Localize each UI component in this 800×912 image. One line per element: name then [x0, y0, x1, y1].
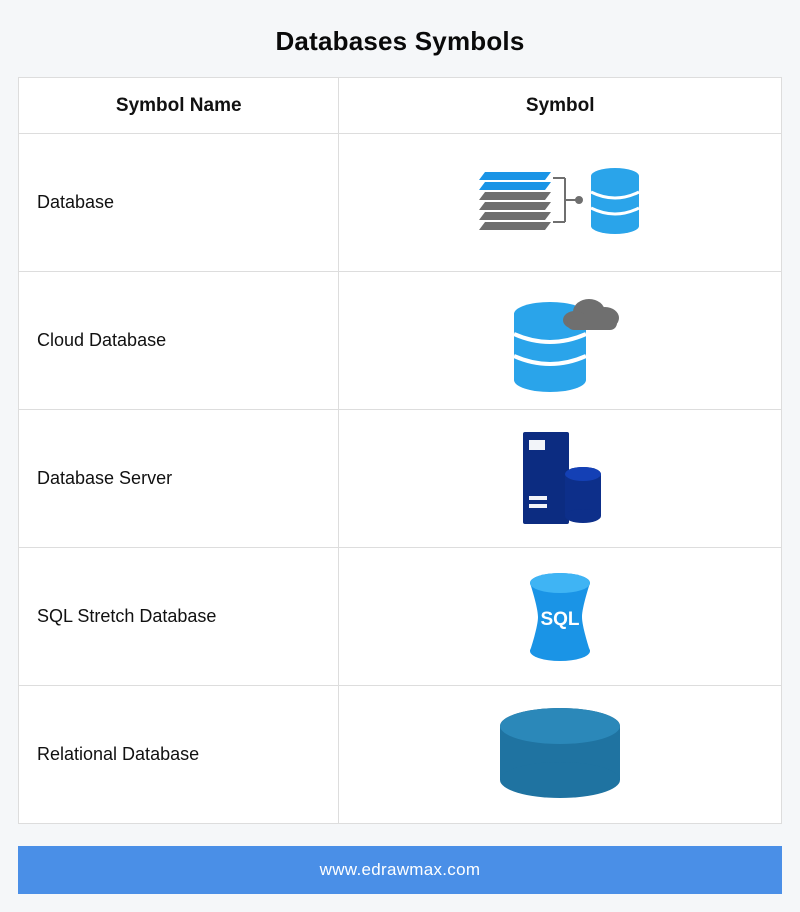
- symbols-table: Symbol Name Symbol Database: [18, 77, 782, 824]
- sql-label: SQL: [541, 609, 580, 630]
- header-symbol: Symbol: [339, 78, 782, 134]
- row-name: Database Server: [19, 410, 339, 548]
- row-symbol: [339, 686, 782, 824]
- table-row: Relational Database: [19, 686, 782, 824]
- table-row: SQL Stretch Database SQL: [19, 548, 782, 686]
- table-row: Cloud Database: [19, 272, 782, 410]
- table-row: Database: [19, 134, 782, 272]
- header-name: Symbol Name: [19, 78, 339, 134]
- cloud-database-icon: [495, 286, 625, 396]
- row-symbol: SQL: [339, 548, 782, 686]
- row-symbol: [339, 134, 782, 272]
- footer-link: www.edrawmax.com: [18, 846, 782, 894]
- database-icon: [475, 158, 645, 248]
- row-name: Relational Database: [19, 686, 339, 824]
- page-title: Databases Symbols: [18, 26, 782, 57]
- table-row: Database Server: [19, 410, 782, 548]
- row-name: Cloud Database: [19, 272, 339, 410]
- sql-stretch-icon: SQL: [515, 567, 605, 667]
- row-symbol: [339, 410, 782, 548]
- database-server-icon: [505, 424, 615, 534]
- row-name: Database: [19, 134, 339, 272]
- row-name: SQL Stretch Database: [19, 548, 339, 686]
- row-symbol: [339, 272, 782, 410]
- relational-database-icon: [485, 700, 635, 810]
